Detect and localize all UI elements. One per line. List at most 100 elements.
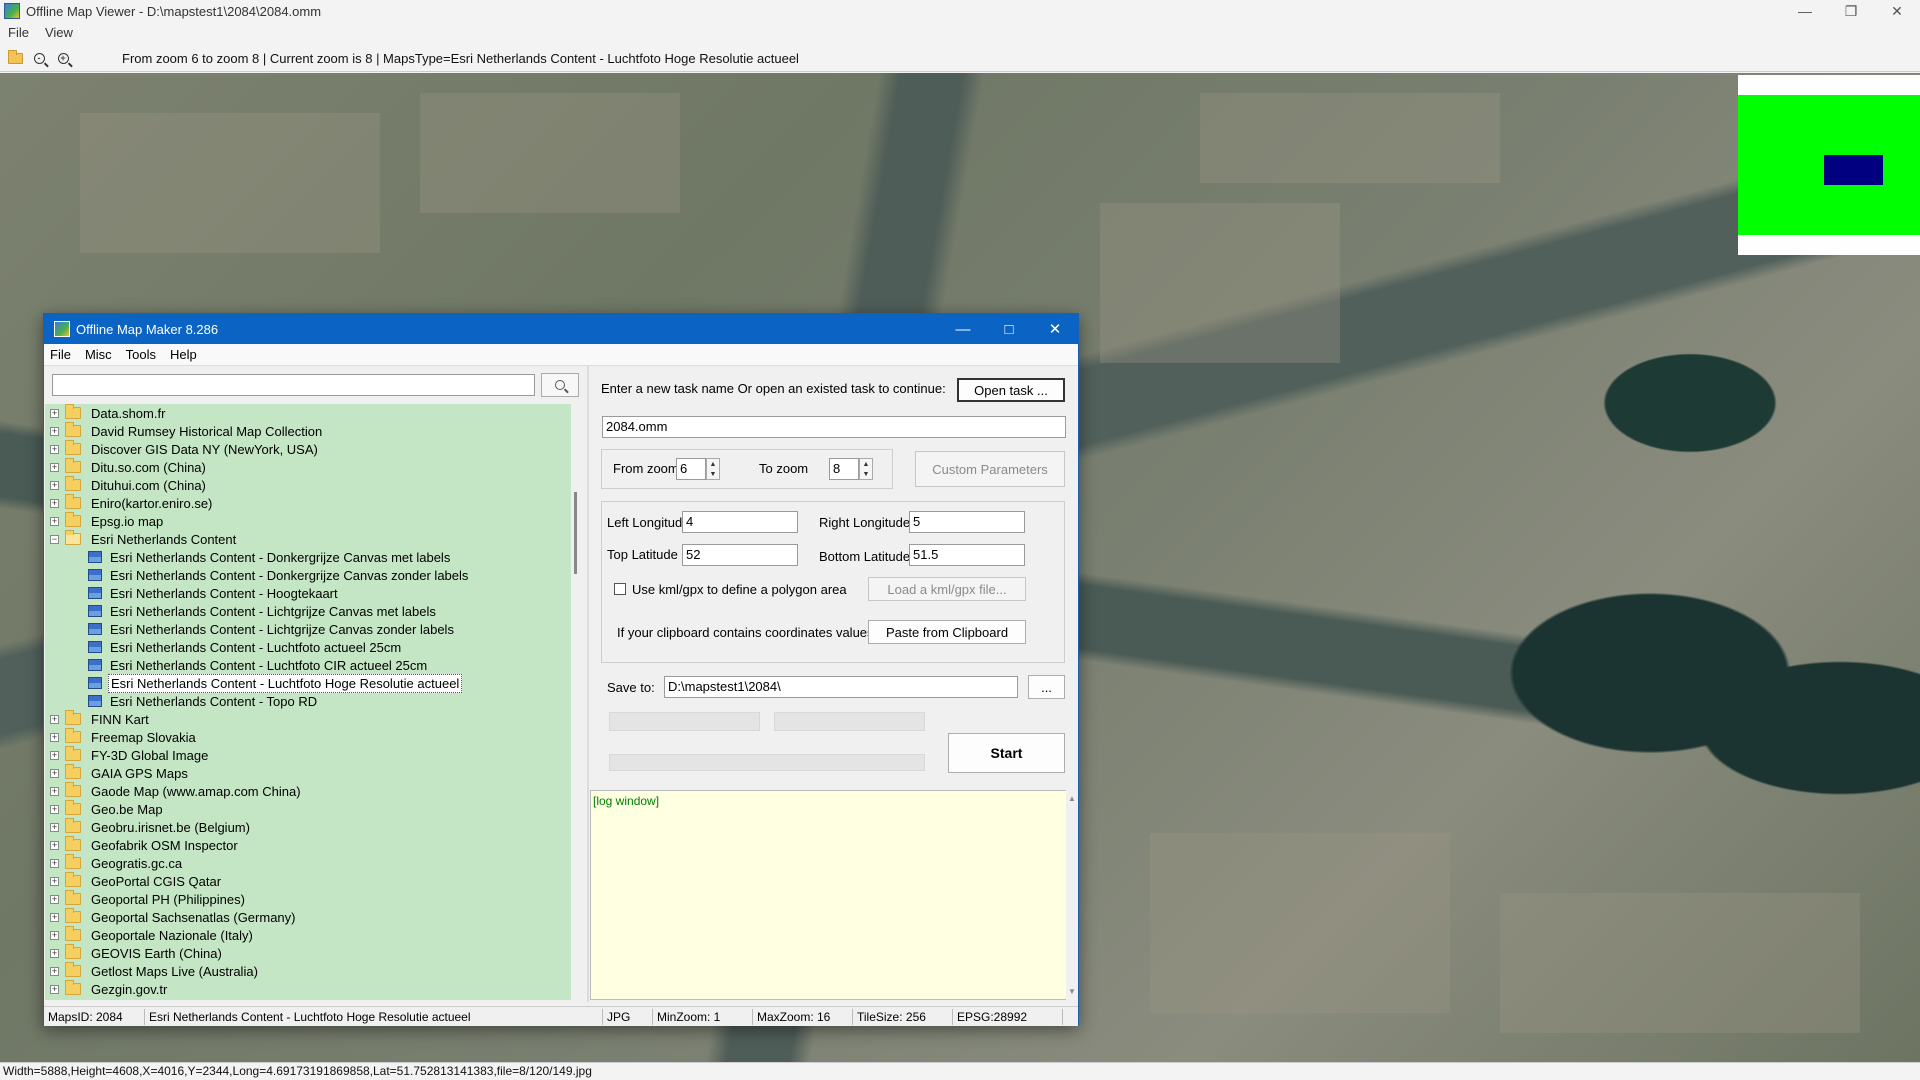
tree-folder-item[interactable]: + Epsg.io map (45, 512, 571, 530)
tree-map-item[interactable]: Esri Netherlands Content - Lichtgrijze C… (45, 620, 571, 638)
tree-folder-item[interactable]: + Dituhui.com (China) (45, 476, 571, 494)
tree-folder-item[interactable]: + FY-3D Global Image (45, 746, 571, 764)
tree-map-item[interactable]: Esri Netherlands Content - Donkergrijze … (45, 566, 571, 584)
expand-icon[interactable]: + (50, 462, 59, 472)
left-longitude-input[interactable]: 4 (682, 511, 798, 533)
tree-folder-item[interactable]: + David Rumsey Historical Map Collection (45, 422, 571, 440)
tree-folder-item[interactable]: + Geobru.irisnet.be (Belgium) (45, 818, 571, 836)
tree-folder-item[interactable]: − Esri Netherlands Content (45, 530, 571, 548)
bottom-latitude-input[interactable]: 51.5 (909, 544, 1025, 566)
tree-folder-item[interactable]: + Geo.be Map (45, 800, 571, 818)
menu-help[interactable]: Help (170, 347, 197, 362)
task-name-input[interactable]: 2084.omm (602, 416, 1066, 438)
custom-parameters-button[interactable]: Custom Parameters (915, 451, 1065, 487)
menu-file[interactable]: File (8, 25, 29, 40)
tree-item-label: Dituhui.com (China) (91, 477, 206, 493)
log-window[interactable]: [log window] (590, 790, 1068, 1000)
tree-folder-item[interactable]: + Gezgin.gov.tr (45, 980, 571, 998)
expand-icon[interactable]: + (50, 804, 59, 814)
search-button[interactable] (541, 373, 579, 397)
from-zoom-input[interactable]: 6 (676, 458, 706, 480)
top-latitude-input[interactable]: 52 (682, 544, 798, 566)
close-icon[interactable]: ✕ (1032, 314, 1078, 344)
minimize-icon[interactable]: — (1782, 0, 1828, 22)
start-button[interactable]: Start (948, 733, 1065, 773)
expand-icon[interactable]: + (50, 408, 59, 418)
tree-map-item[interactable]: Esri Netherlands Content - Lichtgrijze C… (45, 602, 571, 620)
tree-folder-item[interactable]: + Getlost Maps Live (Australia) (45, 962, 571, 980)
tree-folder-item[interactable]: + Geofabrik OSM Inspector (45, 836, 571, 854)
tree-folder-item[interactable]: + Geoportal Sachsenatlas (Germany) (45, 908, 571, 926)
expand-icon[interactable]: + (50, 768, 59, 778)
tree-map-item[interactable]: Esri Netherlands Content - Donkergrijze … (45, 548, 571, 566)
minimap-viewport[interactable] (1824, 155, 1883, 185)
menu-misc[interactable]: Misc (85, 347, 112, 362)
expand-icon[interactable]: + (50, 426, 59, 436)
tree-map-item[interactable]: Esri Netherlands Content - Luchtfoto act… (45, 638, 571, 656)
tree-folder-item[interactable]: + Geoportal PH (Philippines) (45, 890, 571, 908)
tree-folder-item[interactable]: + Discover GIS Data NY (NewYork, USA) (45, 440, 571, 458)
paste-clipboard-button[interactable]: Paste from Clipboard (868, 620, 1026, 644)
expand-icon[interactable]: + (50, 840, 59, 850)
expand-icon[interactable]: + (50, 480, 59, 490)
expand-icon[interactable]: + (50, 822, 59, 832)
expand-icon[interactable]: + (50, 516, 59, 526)
browse-button[interactable]: ... (1028, 675, 1065, 699)
tree-folder-item[interactable]: + Geogratis.gc.ca (45, 854, 571, 872)
tree-folder-item[interactable]: + GAIA GPS Maps (45, 764, 571, 782)
map-search-input[interactable] (52, 374, 535, 396)
load-kml-button[interactable]: Load a kml/gpx file... (868, 577, 1026, 601)
expand-icon[interactable]: + (50, 984, 59, 994)
expand-icon[interactable]: + (50, 894, 59, 904)
tree-folder-item[interactable]: + Data.shom.fr (45, 404, 571, 422)
to-zoom-input[interactable]: 8 (829, 458, 859, 480)
minimap[interactable] (1738, 75, 1920, 255)
menu-view[interactable]: View (45, 25, 73, 40)
expand-icon[interactable]: + (50, 498, 59, 508)
tree-map-item[interactable]: Esri Netherlands Content - Luchtfoto Hog… (45, 673, 571, 693)
minimize-icon[interactable]: — (940, 314, 986, 344)
restore-icon[interactable]: ❐ (1828, 0, 1874, 22)
expand-icon[interactable]: + (50, 750, 59, 760)
expand-icon[interactable]: + (50, 714, 59, 724)
tree-map-item[interactable]: Esri Netherlands Content - Luchtfoto CIR… (45, 656, 571, 674)
close-icon[interactable]: ✕ (1874, 0, 1920, 22)
open-folder-icon[interactable] (6, 50, 24, 68)
expand-icon[interactable]: + (50, 912, 59, 922)
to-zoom-stepper[interactable]: ▲ ▼ (859, 458, 873, 480)
tree-folder-item[interactable]: + Freemap Slovakia (45, 728, 571, 746)
expand-icon[interactable]: + (50, 732, 59, 742)
tree-scroll-thumb[interactable] (574, 492, 577, 574)
expand-icon[interactable]: + (50, 444, 59, 454)
expand-icon[interactable]: + (50, 966, 59, 976)
menu-file[interactable]: File (50, 347, 71, 362)
tree-folder-item[interactable]: + Ditu.so.com (China) (45, 458, 571, 476)
expand-icon[interactable]: + (50, 948, 59, 958)
log-scrollbar[interactable]: ▲ ▼ (1066, 790, 1078, 1000)
expand-icon[interactable]: + (50, 876, 59, 886)
tree-folder-item[interactable]: + FINN Kart (45, 710, 571, 728)
kml-checkbox[interactable] (614, 583, 626, 595)
expand-icon[interactable]: + (50, 858, 59, 868)
tree-scrollbar[interactable] (571, 404, 583, 1000)
tree-folder-item[interactable]: + GeoPortal CGIS Qatar (45, 872, 571, 890)
tree-map-item[interactable]: Esri Netherlands Content - Hoogtekaart (45, 584, 571, 602)
save-to-input[interactable]: D:\mapstest1\2084\ (664, 676, 1018, 698)
zoom-in-icon[interactable]: + (54, 50, 72, 68)
folder-icon (65, 872, 81, 887)
zoom-out-icon[interactable]: - (30, 50, 48, 68)
tree-folder-item[interactable]: + Eniro(kartor.eniro.se) (45, 494, 571, 512)
expand-icon[interactable]: + (50, 930, 59, 940)
map-source-tree[interactable]: + Data.shom.fr + David Rumsey Historical Ma… (45, 404, 571, 1000)
tree-folder-item[interactable]: + Gaode Map (www.amap.com China) (45, 782, 571, 800)
from-zoom-stepper[interactable]: ▲ ▼ (706, 458, 720, 480)
tree-folder-item[interactable]: + Geoportale Nazionale (Italy) (45, 926, 571, 944)
open-task-button[interactable]: Open task ... (957, 378, 1065, 402)
right-longitude-input[interactable]: 5 (909, 511, 1025, 533)
expand-icon[interactable]: + (50, 786, 59, 796)
collapse-icon[interactable]: − (50, 534, 59, 544)
tree-map-item[interactable]: Esri Netherlands Content - Topo RD (45, 692, 571, 710)
menu-tools[interactable]: Tools (126, 347, 156, 362)
tree-folder-item[interactable]: + GEOVIS Earth (China) (45, 944, 571, 962)
maximize-icon[interactable]: □ (986, 314, 1032, 344)
